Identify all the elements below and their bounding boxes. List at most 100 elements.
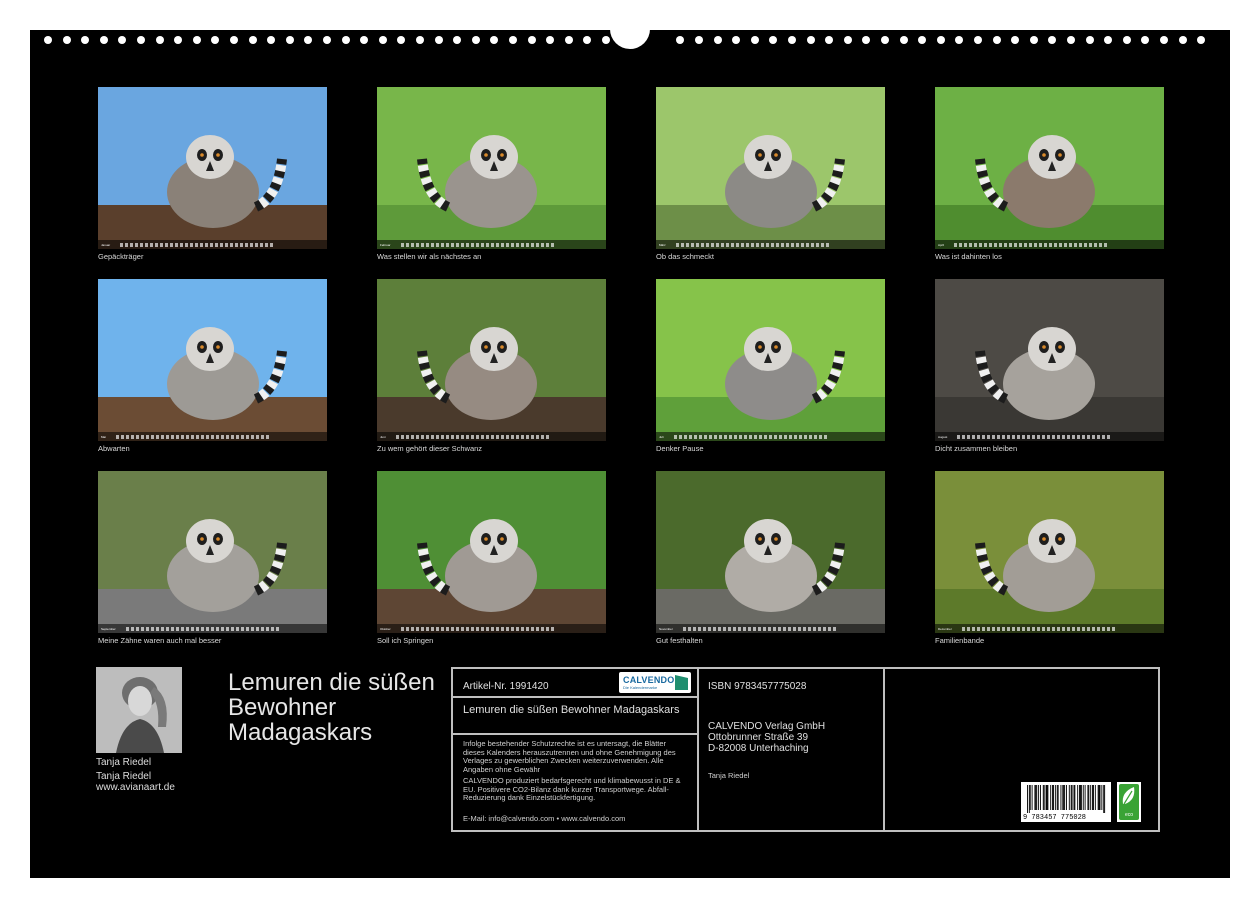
photo-caption: Soll ich Springen (377, 636, 434, 645)
day-cell (490, 434, 494, 439)
day-cell (678, 434, 682, 439)
photo-caption: Meine Zähne waren auch mal besser (98, 636, 222, 645)
day-cell (215, 434, 219, 439)
day-cell (140, 626, 144, 631)
binding-hole (230, 36, 238, 44)
day-cell (793, 434, 797, 439)
day-cell (270, 242, 274, 247)
day-cell (778, 434, 782, 439)
day-cell (747, 626, 751, 631)
day-cell (235, 242, 239, 247)
day-cell (753, 434, 757, 439)
publisher-info-box: Artikel-Nr. 1991420 CALVENDO Die Kalende… (451, 667, 1160, 832)
day-cell (480, 626, 484, 631)
day-cell (976, 626, 980, 631)
binding-hole (1178, 36, 1187, 44)
day-cell (964, 242, 968, 247)
day-cell (530, 626, 534, 631)
binding-hole (732, 36, 741, 44)
day-cell (1097, 434, 1101, 439)
day-cell (135, 626, 139, 631)
barcode-bar (1092, 785, 1093, 810)
day-cell (807, 626, 811, 631)
title-line-2: Bewohner (228, 694, 337, 721)
barcode-bar (1046, 785, 1048, 810)
barcode-bar (1057, 785, 1059, 810)
day-cell (959, 242, 963, 247)
day-cell (540, 242, 544, 247)
day-cell (410, 242, 414, 247)
day-cell (275, 626, 279, 631)
day-cell (495, 242, 499, 247)
day-cell (205, 242, 209, 247)
photo-caption: Dicht zusammen bleiben (935, 444, 1018, 453)
day-cell (758, 434, 762, 439)
month-label: Juni (380, 434, 386, 439)
day-cell (150, 434, 154, 439)
day-cell (805, 242, 809, 247)
day-cell (1046, 626, 1050, 631)
barcode-bar (1053, 785, 1054, 810)
day-cell (707, 626, 711, 631)
photo-caption: Familienbande (935, 636, 985, 645)
day-cell (757, 626, 761, 631)
day-cell (728, 434, 732, 439)
day-cell (550, 242, 554, 247)
day-cell (520, 242, 524, 247)
day-cell (773, 434, 777, 439)
day-cell (465, 242, 469, 247)
day-cell (475, 242, 479, 247)
day-cell (500, 626, 504, 631)
day-cell (225, 434, 229, 439)
day-cell (765, 242, 769, 247)
barcode-bar (1080, 785, 1081, 810)
barcode-bar (1077, 785, 1079, 810)
day-cell (718, 434, 722, 439)
day-cell (673, 434, 677, 439)
day-cell (170, 434, 174, 439)
day-cell (490, 242, 494, 247)
day-cell (460, 626, 464, 631)
day-cell (743, 434, 747, 439)
day-cell (190, 242, 194, 247)
day-cell (717, 626, 721, 631)
day-cell (420, 434, 424, 439)
day-cell (410, 434, 414, 439)
binding-hole (434, 36, 443, 44)
day-cell (405, 434, 409, 439)
day-cell (770, 242, 774, 247)
day-cell (725, 242, 729, 247)
day-cell (767, 626, 771, 631)
month-day-strip: April (935, 240, 1164, 249)
day-cell (175, 626, 179, 631)
day-cell (515, 626, 519, 631)
day-cell (430, 626, 434, 631)
day-cell (1036, 626, 1040, 631)
day-cell (1037, 434, 1041, 439)
day-cell (832, 626, 836, 631)
day-cell (775, 242, 779, 247)
barcode-bar (1079, 785, 1080, 810)
day-cell (688, 434, 692, 439)
title-line-1: Lemuren die süßen (228, 669, 435, 696)
day-cell (155, 434, 159, 439)
day-cell (425, 434, 429, 439)
barcode-bar (1104, 785, 1106, 813)
day-cell (722, 626, 726, 631)
day-cell (723, 434, 727, 439)
photo-caption: Was ist dahinten los (935, 252, 1002, 261)
lemur-photo: Oktober (377, 471, 606, 633)
day-cell (500, 242, 504, 247)
day-cell (160, 242, 164, 247)
day-cell (510, 242, 514, 247)
day-cell (823, 434, 827, 439)
day-cell (445, 242, 449, 247)
day-cell (135, 242, 139, 247)
day-cell (690, 242, 694, 247)
photo-caption: Zu wem gehört dieser Schwanz (377, 444, 483, 453)
day-cell (1059, 242, 1063, 247)
lemur-photo: Februar (377, 87, 606, 249)
day-cell (1086, 626, 1090, 631)
binding-hole (397, 36, 406, 44)
barcode-bar (1028, 785, 1030, 813)
